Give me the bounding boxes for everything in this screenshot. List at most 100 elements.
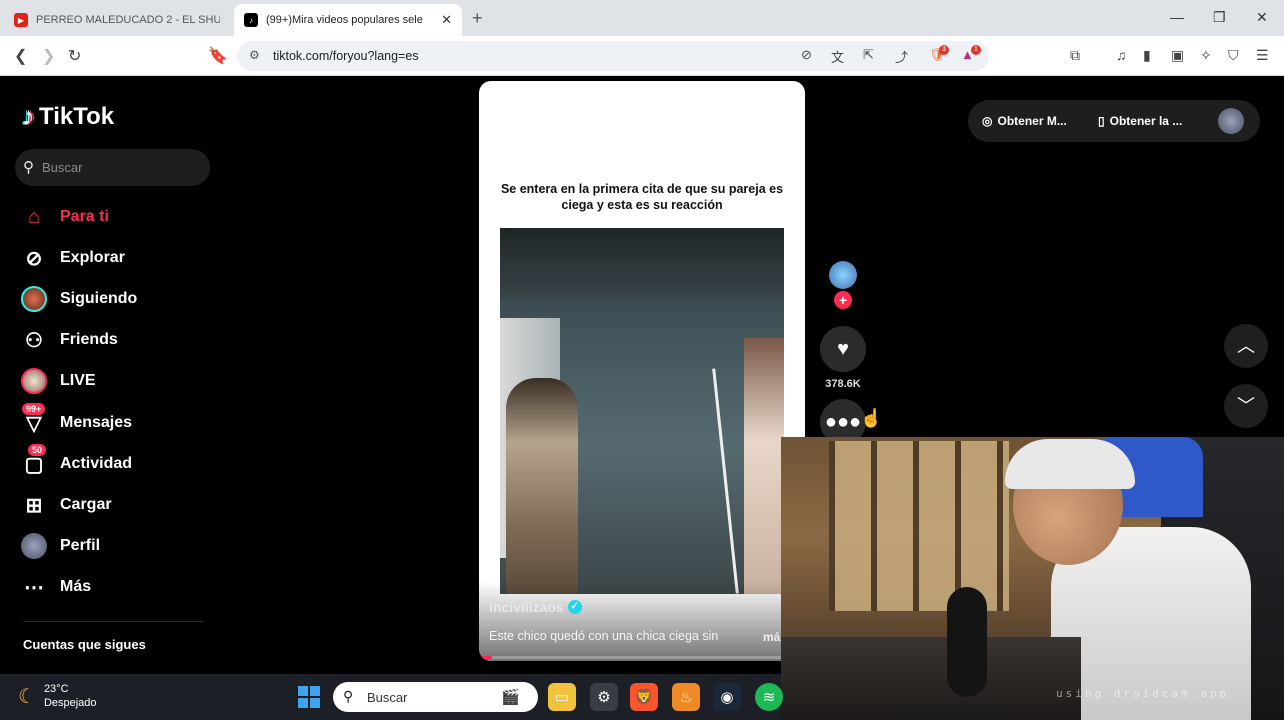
shield-count-badge: 3 — [939, 45, 949, 55]
no-translate-icon[interactable]: ⊘ — [801, 47, 812, 63]
home-icon: ⌂ — [27, 205, 41, 228]
nav-item-cargar[interactable]: ⊞ Cargar — [20, 490, 112, 520]
taskbar-search[interactable]: ⚲ Buscar 🎬 — [333, 682, 538, 712]
search-placeholder: Buscar — [42, 160, 83, 175]
back-icon[interactable]: ❮ — [14, 46, 27, 66]
compass-icon: ⊘ — [25, 247, 43, 270]
search-input[interactable]: ⚲ Buscar — [15, 149, 210, 186]
rewards-count-badge: 1 — [971, 45, 981, 55]
fl-studio-icon[interactable]: ♨ — [672, 683, 700, 711]
creator-avatar[interactable] — [829, 261, 857, 289]
video-player[interactable]: Se entera en la primera cita de que su p… — [479, 81, 805, 661]
logo-text: TikTok — [39, 102, 115, 130]
chevron-up-icon: ︿ — [1237, 336, 1255, 356]
sidebar-divider — [23, 621, 203, 622]
share-icon[interactable]: ⤴ — [895, 47, 908, 66]
weather-condition: Despejado — [43, 697, 97, 709]
tab-youtube[interactable]: ▶ PERREO MALEDUCADO 2 - EL SHUR — [4, 4, 230, 36]
site-settings-icon[interactable]: ⚙ — [249, 48, 260, 62]
webcam-overlay: using droidcam.app — [781, 437, 1284, 720]
spotify-icon[interactable]: ≋ — [755, 683, 783, 711]
messages-badge: 99+ — [22, 403, 46, 415]
activity-badge: 50 — [28, 444, 47, 456]
settings-app-icon[interactable]: ⚙ — [590, 683, 618, 711]
video-frame — [500, 228, 784, 594]
taskbar: ☾ 23°C Despejado ⚲ Buscar 🎬 ▭ ⚙ 🦁 ♨ ◉ ≋ — [0, 674, 783, 720]
top-actions: ◎ Obtener M... ▯ Obtener la ... — [968, 100, 1260, 142]
cam-window — [829, 441, 1009, 611]
video-author[interactable]: incivilizaos ✓ — [489, 599, 582, 615]
video-progress-bar[interactable] — [479, 656, 805, 659]
previous-video-button[interactable]: ︿ — [1224, 324, 1268, 368]
author-name: incivilizaos — [489, 599, 564, 615]
new-tab-button[interactable]: + — [472, 8, 483, 29]
like-count: 378.6K — [825, 378, 861, 390]
nav-label: Mensajes — [60, 414, 133, 431]
nav-item-actividad[interactable]: ▢ 50 Actividad — [20, 444, 132, 479]
menu-icon[interactable]: ☰ — [1256, 47, 1269, 64]
forward-icon[interactable]: ❯ — [42, 46, 55, 66]
live-avatar — [20, 367, 48, 395]
scene-person-right — [744, 338, 784, 594]
user-avatar[interactable] — [1218, 108, 1244, 134]
scene-white-cane — [712, 368, 739, 594]
leo-ai-icon[interactable]: ✧ — [1200, 47, 1212, 64]
tab-tiktok[interactable]: ♪ (99+)Mira videos populares sele ✕ — [234, 4, 462, 36]
sidebar-icon[interactable]: ▮ — [1143, 47, 1151, 64]
next-video-button[interactable]: ﹀ — [1224, 384, 1268, 428]
vpn-icon[interactable]: ⛉ — [1228, 47, 1239, 64]
nav-item-mensajes[interactable]: ▽ 99+ Mensajes — [20, 403, 133, 438]
minimize-icon[interactable]: — — [1170, 9, 1184, 25]
close-window-icon[interactable]: ✕ — [1256, 9, 1268, 26]
reload-icon[interactable]: ↻ — [68, 46, 81, 66]
file-explorer-icon[interactable]: ▭ — [548, 683, 576, 711]
follow-button[interactable]: + — [834, 291, 852, 309]
get-coins-button[interactable]: ◎ Obtener M... — [982, 114, 1067, 128]
translate-icon[interactable]: 文 — [831, 47, 844, 66]
nav-item-friends[interactable]: ⚇ Friends — [20, 325, 118, 355]
chevron-down-icon: ﹀ — [1237, 396, 1255, 416]
nav-item-perfil[interactable]: Perfil — [20, 531, 100, 561]
mouse-cursor-icon: ☝ — [860, 408, 883, 428]
moon-icon: ☾ — [18, 685, 36, 708]
video-fade — [479, 581, 805, 661]
weather-widget[interactable]: ☾ 23°C Despejado — [18, 682, 97, 710]
tab-search-icon[interactable]: ⧉ — [1070, 47, 1080, 64]
bookmark-icon[interactable]: 🔖 — [208, 46, 228, 66]
verified-icon: ✓ — [567, 600, 582, 614]
url-text: tiktok.com/foryou?lang=es — [273, 49, 419, 63]
search-icon: ⚲ — [343, 688, 354, 704]
get-app-button[interactable]: ▯ Obtener la ... — [1098, 114, 1182, 128]
open-external-icon[interactable]: ⇱ — [863, 47, 874, 63]
cam-desk — [781, 637, 1081, 720]
nav-item-explorar[interactable]: ⊘ Explorar — [20, 243, 125, 273]
cam-streamer-cap — [1005, 439, 1135, 489]
media-icon[interactable]: ♫ — [1116, 47, 1127, 63]
like-button[interactable]: ♥ — [820, 326, 866, 372]
following-section-title: Cuentas que sigues — [23, 637, 146, 652]
search-highlight-icon: 🎬 — [501, 689, 520, 706]
nav-item-mas[interactable]: ⋯ Más — [20, 572, 91, 602]
nav-label: Para ti — [60, 208, 109, 225]
nav-item-para-ti[interactable]: ⌂ Para ti — [20, 202, 109, 232]
steam-icon[interactable]: ◉ — [713, 683, 741, 711]
nav-item-live[interactable]: LIVE — [20, 366, 96, 396]
comment-icon: ●●● — [824, 411, 862, 433]
wallet-icon[interactable]: ▣ — [1171, 47, 1184, 64]
tab-title: (99+)Mira videos populares sele — [266, 14, 423, 26]
nav-label: Más — [60, 578, 92, 595]
address-bar[interactable]: ⚙ tiktok.com/foryou?lang=es ⊘ 文 ⇱ ⤴ 🛡 3 … — [237, 41, 989, 71]
close-tab-icon[interactable]: ✕ — [441, 12, 452, 28]
activity-icon: ▢ 50 — [20, 444, 48, 478]
brave-browser-icon[interactable]: 🦁 — [630, 683, 658, 711]
start-button[interactable] — [298, 686, 320, 708]
tiktok-icon: ♪ — [244, 13, 258, 27]
following-avatar — [20, 285, 48, 313]
cam-microphone — [947, 587, 987, 697]
get-coins-label: Obtener M... — [997, 114, 1067, 128]
maximize-icon[interactable]: ❐ — [1213, 9, 1226, 26]
nav-item-siguiendo[interactable]: Siguiendo — [20, 284, 137, 314]
tab-title: PERREO MALEDUCADO 2 - EL SHUR — [36, 14, 220, 26]
video-description: Este chico quedó con una chica ciega sin — [489, 629, 719, 643]
tiktok-logo[interactable]: ♪ TikTok — [22, 101, 114, 132]
